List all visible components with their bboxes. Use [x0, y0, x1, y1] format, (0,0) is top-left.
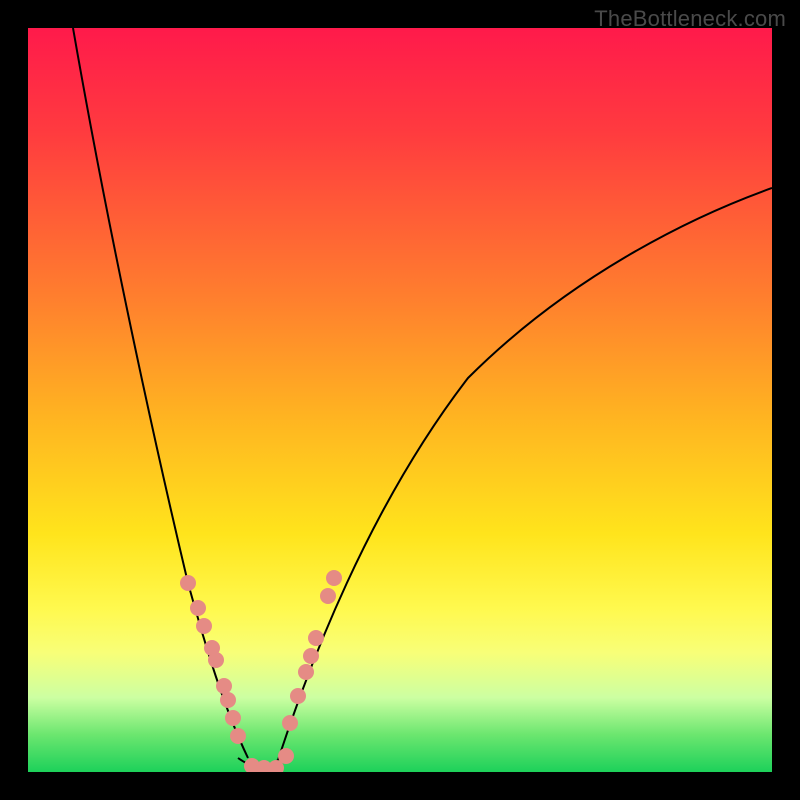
left-curve-dots: [180, 575, 246, 744]
chart-frame: TheBottleneck.com: [0, 0, 800, 800]
chart-svg: [28, 28, 772, 772]
chart-plot-area: [28, 28, 772, 772]
left-curve: [73, 28, 248, 758]
right-curve: [278, 188, 772, 760]
valley-dots: [244, 748, 294, 772]
right-curve-dots: [282, 570, 342, 731]
watermark-text: TheBottleneck.com: [594, 6, 786, 32]
